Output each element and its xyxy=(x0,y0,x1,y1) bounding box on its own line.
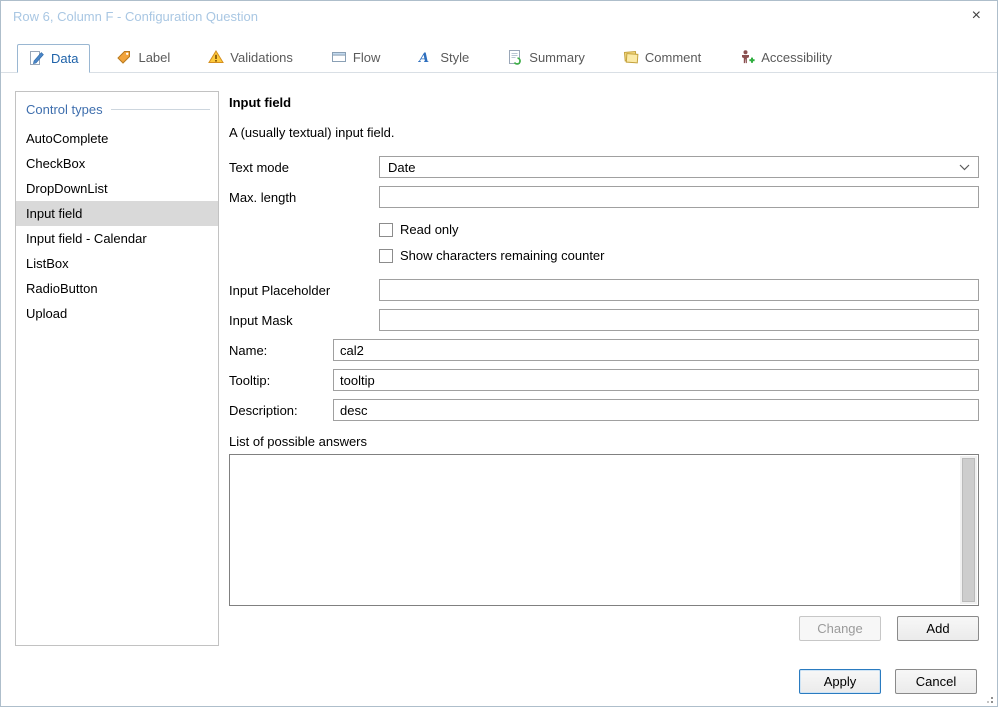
tab-label[interactable]: Label xyxy=(104,43,182,72)
control-type-dropdownlist[interactable]: DropDownList xyxy=(16,176,218,201)
input-placeholder-label: Input Placeholder xyxy=(229,282,331,298)
answers-listbox[interactable] xyxy=(229,454,979,606)
tab-summary-label: Summary xyxy=(529,49,585,65)
answers-label: List of possible answers xyxy=(229,434,368,449)
control-type-upload[interactable]: Upload xyxy=(16,301,218,326)
read-only-label: Read only xyxy=(400,222,459,237)
tab-style[interactable]: A Style xyxy=(406,43,481,72)
tab-accessibility-label: Accessibility xyxy=(761,49,833,65)
font-icon: A xyxy=(418,49,434,65)
tab-comment[interactable]: Comment xyxy=(611,43,713,72)
window-icon xyxy=(331,49,347,65)
text-mode-value: Date xyxy=(388,159,416,175)
tab-style-label: Style xyxy=(440,49,470,65)
warning-icon xyxy=(208,49,225,65)
apply-button[interactable]: Apply xyxy=(799,669,881,694)
name-input[interactable] xyxy=(333,339,979,361)
description-row: Description: xyxy=(229,399,979,421)
tooltip-row: Tooltip: xyxy=(229,369,979,391)
text-mode-label: Text mode xyxy=(229,159,289,175)
resize-grip[interactable] xyxy=(983,693,993,703)
input-mask-row: Input Mask xyxy=(229,309,979,331)
description-input[interactable] xyxy=(333,399,979,421)
tab-label-label: Label xyxy=(138,49,171,65)
dialog-footer: Apply Cancel xyxy=(799,669,977,694)
name-label: Name: xyxy=(229,342,268,358)
control-description: A (usually textual) input field. xyxy=(229,125,395,140)
edit-icon xyxy=(29,50,45,66)
svg-text:A: A xyxy=(418,51,429,65)
chevron-down-icon xyxy=(959,164,970,171)
add-button[interactable]: Add xyxy=(897,616,979,641)
text-mode-select[interactable]: Date xyxy=(379,156,979,178)
control-type-listbox[interactable]: ListBox xyxy=(16,251,218,276)
tab-data[interactable]: Data xyxy=(17,44,91,73)
change-button[interactable]: Change xyxy=(799,616,881,641)
show-counter-row: Show characters remaining counter xyxy=(379,248,979,263)
tooltip-label: Tooltip: xyxy=(229,372,271,388)
input-field-settings-panel: Input field A (usually textual) input fi… xyxy=(229,89,979,641)
input-placeholder-input[interactable] xyxy=(379,279,979,301)
dialog-title: Row 6, Column F - Configuration Question xyxy=(13,8,258,24)
text-mode-row: Text mode Date xyxy=(229,156,979,178)
name-row: Name: xyxy=(229,339,979,361)
summary-page-icon xyxy=(507,49,523,65)
control-types-header: Control types xyxy=(16,100,218,126)
control-type-input-field[interactable]: Input field xyxy=(16,201,218,226)
input-mask-input[interactable] xyxy=(379,309,979,331)
show-counter-label: Show characters remaining counter xyxy=(400,248,605,263)
control-type-radiobutton[interactable]: RadioButton xyxy=(16,276,218,301)
control-type-checkbox[interactable]: CheckBox xyxy=(16,151,218,176)
titlebar: Row 6, Column F - Configuration Question… xyxy=(1,1,997,31)
max-length-input[interactable] xyxy=(379,186,979,208)
read-only-checkbox[interactable] xyxy=(379,222,393,237)
tab-accessibility[interactable]: Accessibility xyxy=(727,43,844,72)
tab-flow-label: Flow xyxy=(352,49,381,65)
max-length-label: Max. length xyxy=(229,189,297,205)
answers-button-row: Change Add xyxy=(229,616,979,641)
tab-summary[interactable]: Summary xyxy=(495,43,597,72)
scrollbar[interactable] xyxy=(960,456,977,604)
tab-validations-label: Validations xyxy=(230,49,293,65)
close-icon[interactable]: × xyxy=(966,6,987,26)
input-placeholder-row: Input Placeholder xyxy=(229,279,979,301)
show-counter-checkbox[interactable] xyxy=(379,248,393,263)
tooltip-input[interactable] xyxy=(333,369,979,391)
scrollbar-thumb[interactable] xyxy=(962,458,975,602)
max-length-row: Max. length xyxy=(229,186,979,208)
tab-data-label: Data xyxy=(51,50,79,66)
accessibility-person-icon xyxy=(739,49,755,65)
tabstrip: Data Label Validations Flow A Style Summ… xyxy=(1,31,997,73)
tab-comment-label: Comment xyxy=(644,49,702,65)
comment-notes-icon xyxy=(623,49,639,65)
description-label: Description: xyxy=(229,402,298,418)
tag-icon xyxy=(116,49,132,65)
tab-flow[interactable]: Flow xyxy=(319,43,392,72)
control-types-title: Control types xyxy=(26,102,103,117)
cancel-button[interactable]: Cancel xyxy=(895,669,977,694)
control-heading: Input field xyxy=(229,95,292,110)
configuration-question-dialog: Row 6, Column F - Configuration Question… xyxy=(0,0,998,707)
control-type-autocomplete[interactable]: AutoComplete xyxy=(16,126,218,151)
control-type-input-field-calendar[interactable]: Input field - Calendar xyxy=(16,226,218,251)
control-types-panel: Control types AutoComplete CheckBox Drop… xyxy=(15,91,219,646)
input-mask-label: Input Mask xyxy=(229,312,293,328)
read-only-row: Read only xyxy=(379,222,979,237)
tab-validations[interactable]: Validations xyxy=(196,43,305,72)
